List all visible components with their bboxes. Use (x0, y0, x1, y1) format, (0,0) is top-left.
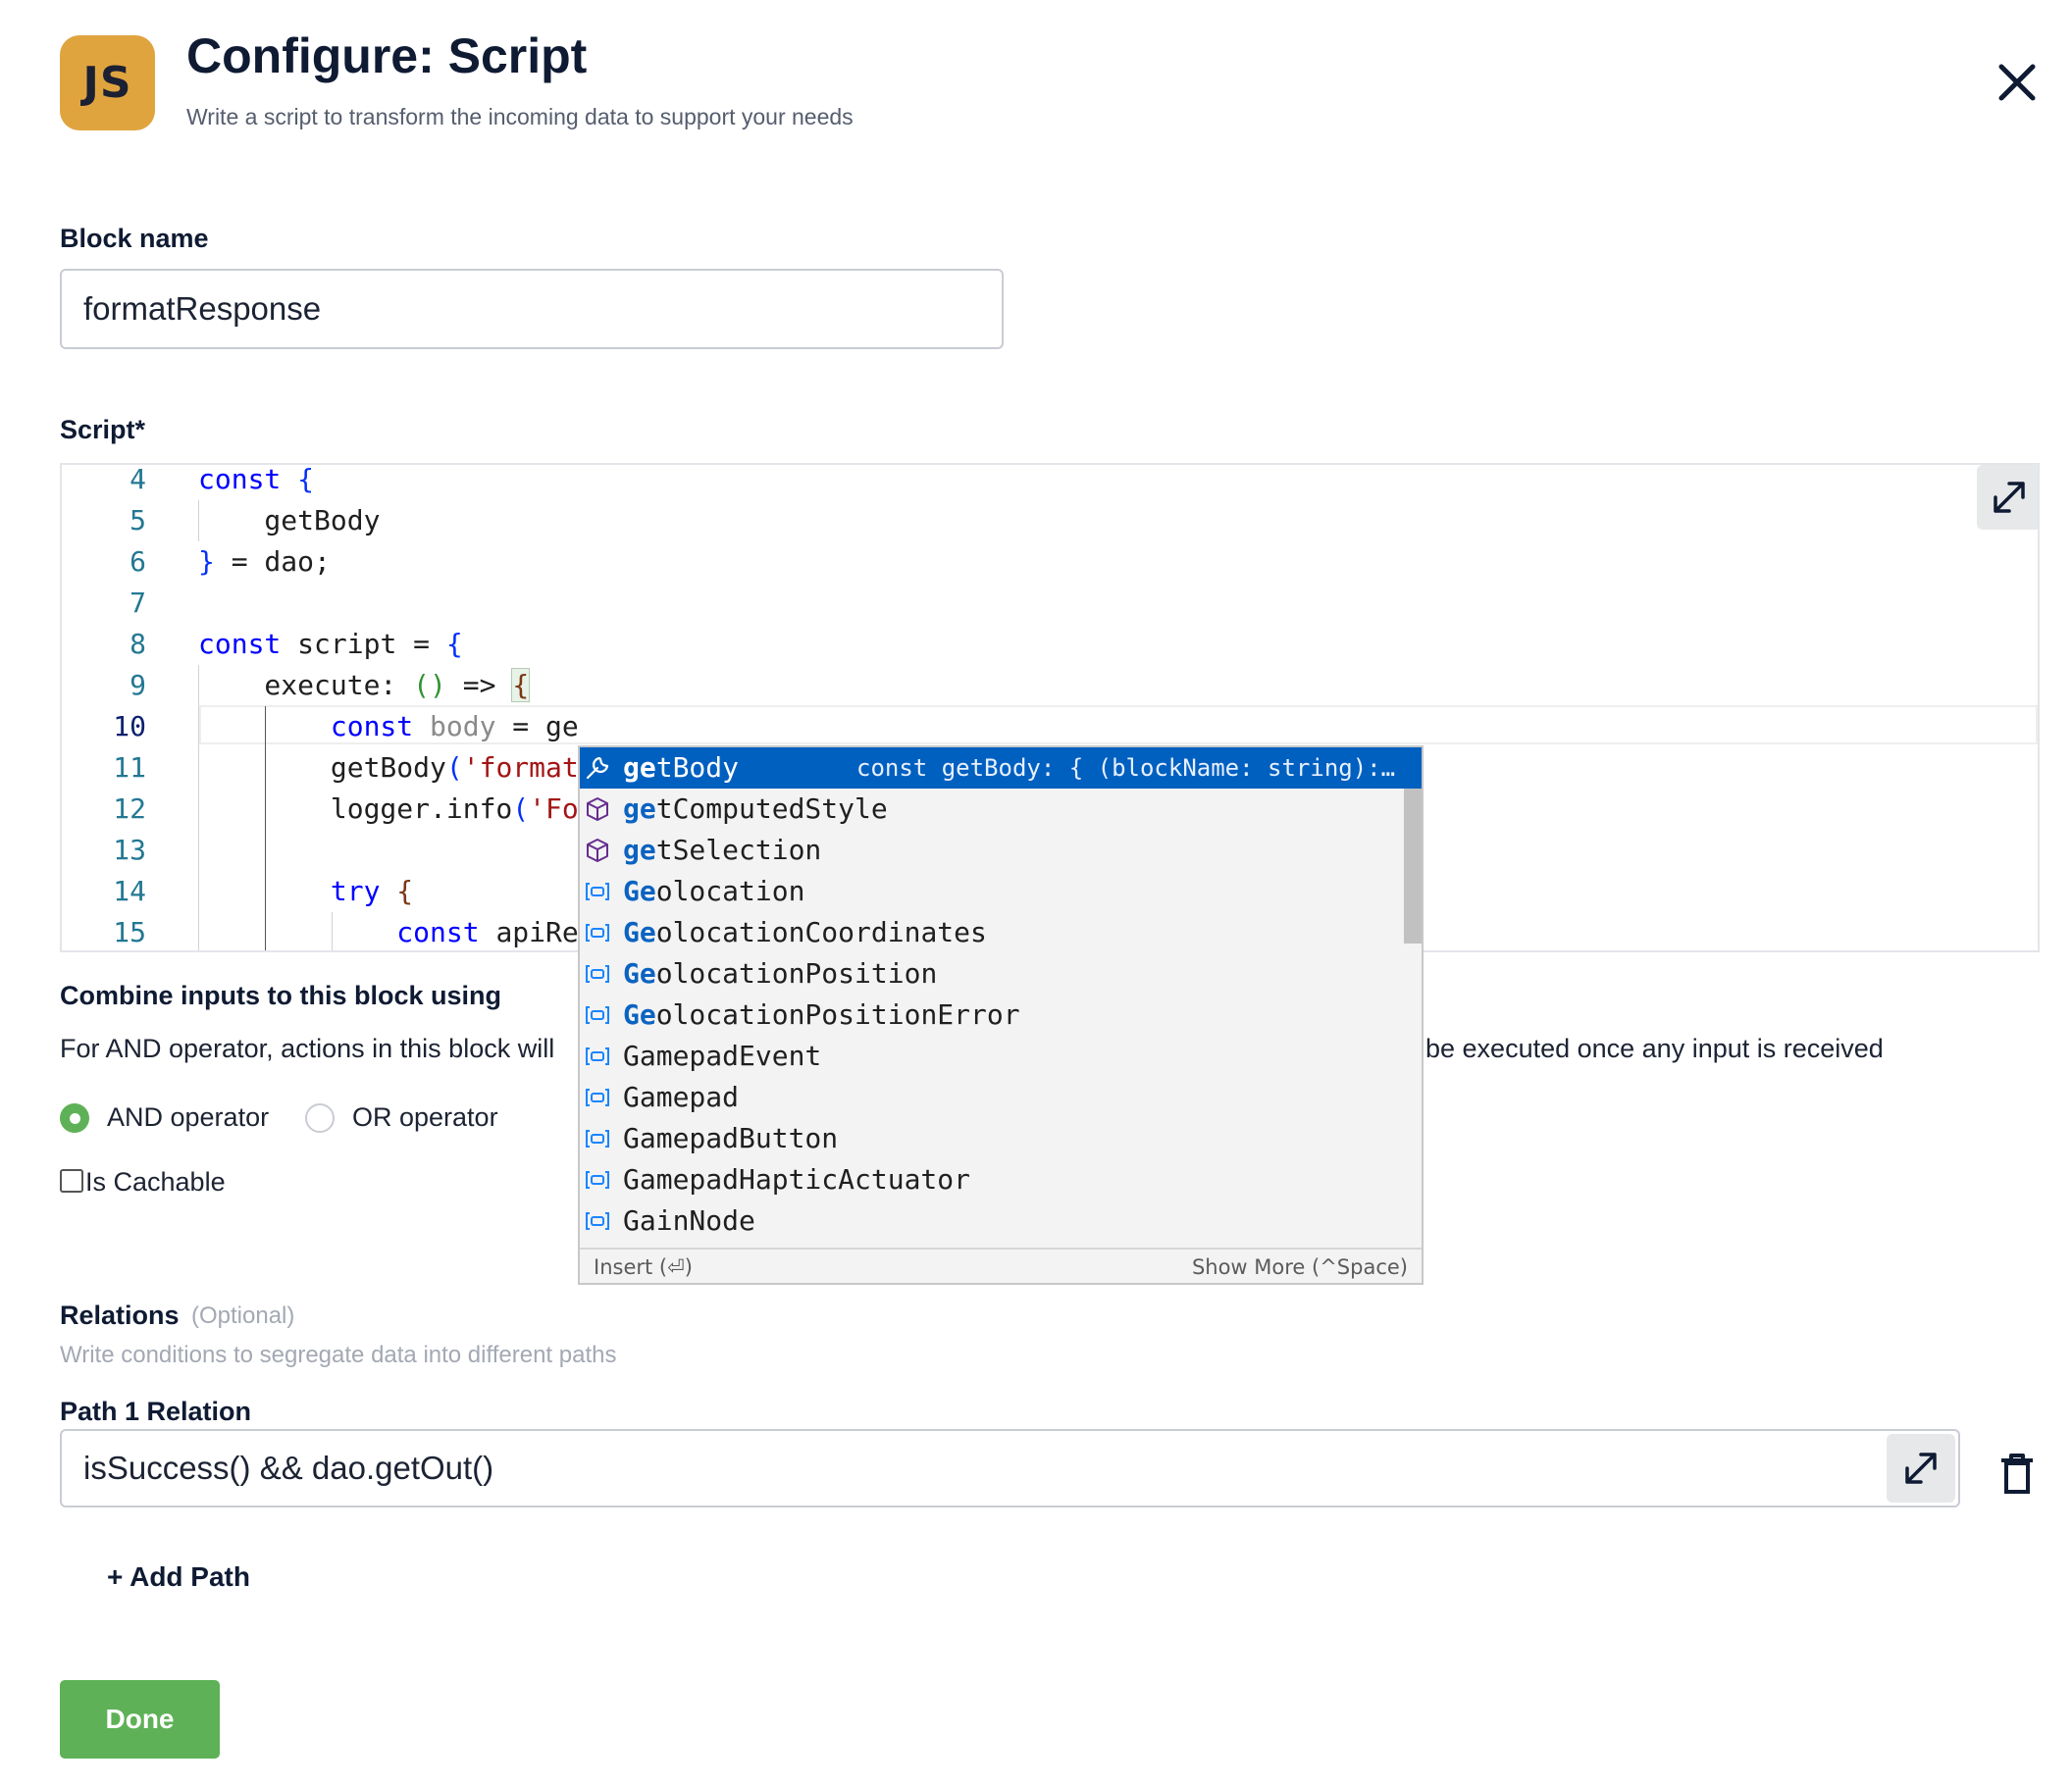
code-line: logger.info('Fo (198, 792, 579, 825)
suggestion-item[interactable]: GamepadHapticActuator (580, 1159, 1404, 1200)
cube-icon (587, 839, 608, 862)
variable-icon (586, 924, 609, 942)
suggestion-item[interactable]: GamepadButton (580, 1118, 1404, 1159)
code-line: execute: () => { (198, 668, 531, 702)
block-name-label: Block name (60, 224, 209, 253)
line-number: 7 (130, 587, 146, 619)
block-name-input[interactable]: formatResponse (60, 269, 1004, 349)
suggestion-item[interactable]: Gamepad (580, 1077, 1404, 1118)
line-number: 14 (113, 875, 146, 907)
done-button[interactable]: Done (60, 1680, 220, 1759)
path-1-relation-value: isSuccess() && dao.getOut() (83, 1450, 494, 1486)
line-number: 12 (113, 792, 146, 825)
suggestion-item[interactable]: GeolocationPositionError (580, 995, 1404, 1036)
and-operator-label[interactable]: AND operator (107, 1102, 269, 1133)
variable-icon (586, 1130, 609, 1148)
or-operator-label[interactable]: OR operator (352, 1102, 498, 1133)
autocomplete-popup[interactable]: getBody const getBody: { (blockName: str… (578, 745, 1424, 1285)
suggestion-item[interactable]: getComputedStyle (580, 789, 1404, 830)
variable-icon (586, 1089, 609, 1106)
line-number: 9 (130, 669, 146, 701)
is-cachable-label[interactable]: Is Cachable (85, 1167, 226, 1198)
line-number-active: 10 (113, 710, 146, 742)
variable-icon (586, 1171, 609, 1189)
code-line: const script = { (198, 628, 463, 660)
combine-label: Combine inputs to this block using (60, 981, 501, 1010)
show-more-hint[interactable]: Show More (^Space) (1192, 1250, 1408, 1283)
variable-icon (586, 965, 609, 983)
code-line: try { (330, 875, 414, 907)
script-label: Script* (60, 415, 146, 444)
code-line: getBody('format (198, 751, 579, 784)
line-number: 5 (130, 504, 146, 536)
or-operator-radio[interactable] (305, 1103, 335, 1133)
expand-icon (1994, 482, 2025, 513)
path-1-relation-label: Path 1 Relation (60, 1397, 252, 1426)
suggestion-detail: const getBody: { (blockName: string):… (856, 754, 1396, 782)
dialog-title: Configure: Script (186, 28, 588, 83)
add-path-button[interactable]: + Add Path (107, 1561, 250, 1593)
suggestion-scrollbar[interactable] (1404, 789, 1422, 944)
suggestion-footer: Insert (⏎) Show More (^Space) (580, 1248, 1422, 1283)
code-line: const body = ge (330, 710, 579, 742)
trash-icon[interactable] (1999, 1454, 2035, 1495)
suggestion-item[interactable]: getBody const getBody: { (blockName: str… (580, 747, 1422, 789)
suggestion-item[interactable]: GeolocationCoordinates (580, 912, 1404, 953)
js-logo: JS (60, 35, 155, 130)
dialog-subtitle: Write a script to transform the incoming… (186, 104, 854, 129)
line-number: 13 (113, 834, 146, 866)
close-icon[interactable] (1992, 57, 2043, 108)
suggestion-item[interactable]: GeolocationPosition (580, 953, 1404, 995)
path-1-relation-input[interactable]: isSuccess() && dao.getOut() (60, 1429, 1960, 1507)
code-line: const { (198, 463, 315, 495)
line-number: 8 (130, 628, 146, 660)
cube-icon (587, 797, 608, 821)
relations-label: Relations (60, 1301, 180, 1330)
expand-icon (1905, 1453, 1937, 1484)
optional-tag: (Optional) (191, 1302, 295, 1329)
relations-description: Write conditions to segregate data into … (60, 1342, 617, 1368)
insert-hint: Insert (⏎) (594, 1255, 693, 1279)
variable-icon (586, 1047, 609, 1065)
variable-icon (586, 1006, 609, 1024)
suggestion-item[interactable]: GainNode (580, 1200, 1404, 1242)
code-line: } = dao; (198, 545, 331, 578)
variable-icon (586, 1212, 609, 1230)
line-number: 11 (113, 751, 146, 784)
combine-description: For AND operator, actions in this block … (60, 1034, 555, 1063)
and-operator-radio[interactable] (60, 1103, 89, 1133)
expand-editor-button[interactable] (1977, 465, 2038, 530)
code-line: const apiRe (396, 916, 579, 948)
code-line: getBody (198, 504, 381, 536)
is-cachable-checkbox[interactable] (60, 1169, 83, 1193)
expand-relation-button[interactable] (1887, 1434, 1955, 1503)
variable-icon (586, 883, 609, 900)
suggestion-item[interactable]: Geolocation (580, 871, 1404, 912)
line-number: 15 (113, 916, 146, 948)
line-number: 6 (130, 545, 146, 578)
combine-description-tail: be executed once any input is received (1425, 1034, 1884, 1063)
line-number: 4 (130, 463, 146, 495)
suggestion-item[interactable]: GamepadEvent (580, 1036, 1404, 1077)
suggestion-item[interactable]: getSelection (580, 830, 1404, 871)
wrench-icon (586, 756, 609, 780)
